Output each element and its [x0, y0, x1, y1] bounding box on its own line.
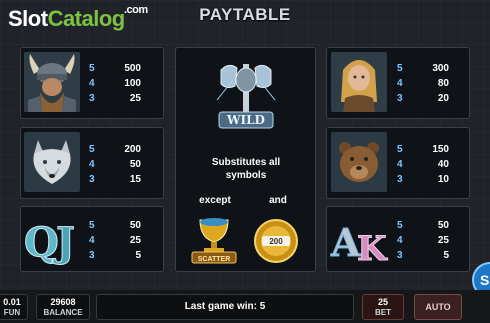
- pay-count: 5: [397, 220, 403, 231]
- and-label: and: [269, 195, 287, 206]
- pay-amount: 50: [129, 159, 141, 170]
- pay-row: 35: [397, 248, 449, 263]
- logo-suffix: .com: [124, 4, 148, 16]
- pay-row: 4 25: [89, 233, 141, 248]
- pay-amount: 10: [437, 174, 449, 185]
- except-label: except: [199, 195, 231, 206]
- wild-axe-icon: WILD: [213, 60, 279, 132]
- logo-part-1: Slot: [8, 6, 48, 31]
- pay-count: 4: [397, 235, 403, 246]
- pay-count: 3: [397, 93, 403, 104]
- pay-row: 3 15: [89, 172, 141, 187]
- spin-icon: S: [480, 272, 490, 288]
- pay-row: 4 80: [397, 76, 449, 91]
- qj-paytable: 5 50 4 25 35: [89, 218, 141, 263]
- pay-count: 5: [89, 144, 95, 155]
- bear-icon: [331, 132, 387, 192]
- viking-warrior-icon: [24, 52, 80, 112]
- pay-row: 5 50: [89, 218, 141, 233]
- pay-amount: 20: [437, 93, 449, 104]
- wild-label: WILD: [226, 113, 265, 127]
- pay-row: 5 50: [397, 218, 449, 233]
- pay-count: 5: [89, 220, 95, 231]
- pay-amount: 150: [432, 144, 449, 155]
- last-win-text: Last game win: 5: [184, 301, 266, 312]
- coin-value: 0.01: [3, 297, 21, 307]
- pay-row: 35: [89, 248, 141, 263]
- pay-amount: 25: [129, 235, 141, 246]
- pay-row: 3 10: [397, 172, 449, 187]
- pay-row: 4 25: [397, 233, 449, 248]
- pay-amount: 50: [129, 220, 141, 231]
- bear-paytable: 5 150 4 40 3 10: [397, 142, 449, 187]
- slotcatalog-logo: SlotCatalog .com: [8, 4, 148, 32]
- svg-text:K: K: [357, 229, 388, 268]
- scatter-label: SCATTER: [198, 256, 231, 263]
- svg-text:J: J: [53, 219, 75, 266]
- shieldmaiden-icon: [331, 52, 387, 112]
- logo-part-2: Catalog: [47, 6, 126, 31]
- pay-amount: 5: [135, 250, 141, 261]
- pay-row: 5 500: [89, 61, 141, 76]
- bet-label: BET: [375, 308, 391, 317]
- pay-amount: 100: [124, 78, 141, 89]
- wolf-icon: [24, 132, 80, 192]
- svg-text:Q: Q: [24, 219, 59, 266]
- pay-row: 5 150: [397, 142, 449, 157]
- bottom-bar: 0.01 FUN 29608 BALANCE Last game win: 5 …: [0, 290, 490, 323]
- pay-row: 5 300: [397, 61, 449, 76]
- pay-amount: 25: [129, 93, 141, 104]
- pay-count: 4: [89, 159, 95, 170]
- pay-amount: 15: [129, 174, 141, 185]
- viking-paytable: 5 500 4 100 3 25: [89, 61, 141, 106]
- pay-count: 4: [89, 235, 95, 246]
- pay-amount: 500: [124, 63, 141, 74]
- pay-count: 3: [89, 250, 95, 261]
- maiden-paytable: 5 300 4 80 3 20: [397, 61, 449, 106]
- balance-value: 29608: [50, 297, 76, 307]
- balance-label: BALANCE: [43, 308, 83, 317]
- pay-amount: 80: [437, 78, 449, 89]
- scatter-chalice-icon: SCATTER: [190, 214, 238, 264]
- pay-count: 3: [397, 174, 403, 185]
- pay-count: 4: [89, 78, 95, 89]
- pay-count: 3: [89, 93, 95, 104]
- coin-value: 200: [269, 237, 283, 246]
- pay-row: 3 25: [89, 91, 141, 106]
- bet-value: 25: [377, 297, 388, 307]
- bonus-coin-icon: 200: [253, 218, 299, 264]
- pay-count: 5: [397, 144, 403, 155]
- pay-amount: 25: [437, 235, 449, 246]
- wolf-paytable: 5 200 4 50 3 15: [89, 142, 141, 187]
- pay-amount: 5: [443, 250, 449, 261]
- pay-count: 3: [397, 250, 403, 261]
- auto-label: AUTO: [425, 302, 451, 312]
- letters-qj-icon: Q J: [22, 210, 82, 268]
- pay-row: 5 200: [89, 142, 141, 157]
- letters-ak-icon: A K: [329, 210, 389, 269]
- pay-count: 5: [89, 63, 95, 74]
- page-title: PAYTABLE: [199, 5, 291, 24]
- pay-amount: 50: [437, 220, 449, 231]
- pay-amount: 40: [437, 159, 449, 170]
- pay-row: 4 50: [89, 157, 141, 172]
- pay-row: 4 100: [89, 76, 141, 91]
- pay-row: 4 40: [397, 157, 449, 172]
- pay-count: 5: [397, 63, 403, 74]
- pay-amount: 200: [124, 144, 141, 155]
- pay-count: 4: [397, 78, 403, 89]
- ak-paytable: 5 50 4 25 35: [397, 218, 449, 263]
- pay-count: 3: [89, 174, 95, 185]
- pay-amount: 300: [432, 63, 449, 74]
- pay-count: 4: [397, 159, 403, 170]
- wild-description: Substitutes all symbols: [211, 157, 281, 181]
- coin-label: FUN: [3, 308, 21, 317]
- pay-row: 3 20: [397, 91, 449, 106]
